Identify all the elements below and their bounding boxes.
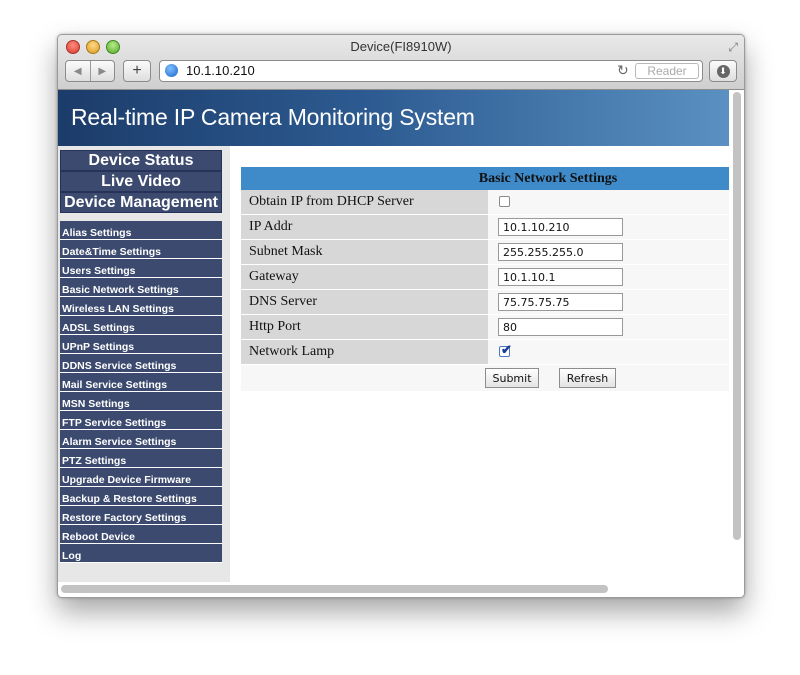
settings-panel: Basic Network Settings Obtain IP from DH… xyxy=(241,167,729,391)
sidebar-item-backup-restore[interactable]: Backup & Restore Settings xyxy=(60,487,222,506)
sidebar-item-users[interactable]: Users Settings xyxy=(60,259,222,278)
web-content: Real-time IP Camera Monitoring System De… xyxy=(58,90,744,597)
download-icon: ⬇ xyxy=(716,64,730,78)
button-row: Submit Refresh xyxy=(241,365,729,391)
sidebar-item-ptz[interactable]: PTZ Settings xyxy=(60,449,222,468)
lamp-label: Network Lamp xyxy=(241,340,488,364)
downloads-button[interactable]: ⬇ xyxy=(709,60,737,82)
gateway-label: Gateway xyxy=(241,265,488,289)
network-lamp-checkbox[interactable]: ✔ xyxy=(499,342,512,357)
ip-row: IP Addr xyxy=(241,215,729,240)
dhcp-row: Obtain IP from DHCP Server xyxy=(241,190,729,215)
sidebar-item-wireless-lan[interactable]: Wireless LAN Settings xyxy=(60,297,222,316)
http-port-input[interactable] xyxy=(498,318,623,336)
sidebar-item-upgrade-firmware[interactable]: Upgrade Device Firmware xyxy=(60,468,222,487)
page-title: Real-time IP Camera Monitoring System xyxy=(71,104,475,130)
subnet-row: Subnet Mask xyxy=(241,240,729,265)
menu-device-management[interactable]: Device Management xyxy=(60,192,222,213)
vertical-scrollbar[interactable] xyxy=(733,92,741,540)
dns-server-input[interactable] xyxy=(498,293,623,311)
dhcp-checkbox[interactable] xyxy=(499,196,510,207)
sidebar-item-msn[interactable]: MSN Settings xyxy=(60,392,222,411)
port-label: Http Port xyxy=(241,315,488,339)
sidebar-item-restore-factory[interactable]: Restore Factory Settings xyxy=(60,506,222,525)
subnet-mask-input[interactable] xyxy=(498,243,623,261)
dns-row: DNS Server xyxy=(241,290,729,315)
gateway-input[interactable] xyxy=(498,268,623,286)
dhcp-label: Obtain IP from DHCP Server xyxy=(241,190,488,214)
sidebar-item-basic-network[interactable]: Basic Network Settings xyxy=(60,278,222,297)
horizontal-scrollbar[interactable] xyxy=(61,585,608,593)
back-icon[interactable]: ◀ xyxy=(66,61,91,81)
sidebar: Device Status Live Video Device Manageme… xyxy=(58,146,230,582)
sidebar-item-reboot[interactable]: Reboot Device xyxy=(60,525,222,544)
sidebar-item-alias[interactable]: Alias Settings xyxy=(60,221,222,240)
browser-window: Device(FI8910W) ⤢ ◀ ▶ + 10.1.10.210 ↻ Re… xyxy=(57,34,745,598)
forward-icon[interactable]: ▶ xyxy=(91,61,115,81)
ip-address-input[interactable] xyxy=(498,218,623,236)
panel-title: Basic Network Settings xyxy=(241,167,729,190)
sidebar-item-log[interactable]: Log xyxy=(60,544,222,563)
port-row: Http Port xyxy=(241,315,729,340)
window-title: Device(FI8910W) xyxy=(350,39,452,54)
address-bar[interactable]: 10.1.10.210 ↻ Reader xyxy=(159,60,703,82)
settings-menu: Alias Settings Date&Time Settings Users … xyxy=(60,221,222,563)
submit-button[interactable]: Submit xyxy=(485,368,539,388)
subnet-label: Subnet Mask xyxy=(241,240,488,264)
sidebar-item-datetime[interactable]: Date&Time Settings xyxy=(60,240,222,259)
gateway-row: Gateway xyxy=(241,265,729,290)
url-text[interactable]: 10.1.10.210 xyxy=(186,63,255,78)
sidebar-item-mail[interactable]: Mail Service Settings xyxy=(60,373,222,392)
sidebar-item-adsl[interactable]: ADSL Settings xyxy=(60,316,222,335)
globe-icon xyxy=(165,64,178,77)
reload-icon[interactable]: ↻ xyxy=(617,62,629,79)
plus-icon: + xyxy=(132,62,142,79)
panel-title-text: Basic Network Settings xyxy=(478,171,618,186)
history-nav: ◀ ▶ xyxy=(65,60,115,82)
ip-label: IP Addr xyxy=(241,215,488,239)
sidebar-item-alarm[interactable]: Alarm Service Settings xyxy=(60,430,222,449)
lamp-row: Network Lamp ✔ xyxy=(241,340,729,365)
fullscreen-icon[interactable]: ⤢ xyxy=(728,40,738,55)
add-bookmark-button[interactable]: + xyxy=(123,60,151,82)
checkmark-icon: ✔ xyxy=(501,342,512,357)
sidebar-item-ftp[interactable]: FTP Service Settings xyxy=(60,411,222,430)
refresh-button[interactable]: Refresh xyxy=(559,368,616,388)
title-bar: Device(FI8910W) ⤢ ◀ ▶ + 10.1.10.210 ↻ Re… xyxy=(58,35,744,90)
sidebar-item-ddns[interactable]: DDNS Service Settings xyxy=(60,354,222,373)
banner: Real-time IP Camera Monitoring System xyxy=(58,90,729,146)
sidebar-item-upnp[interactable]: UPnP Settings xyxy=(60,335,222,354)
reader-button[interactable]: Reader xyxy=(635,63,699,79)
dns-label: DNS Server xyxy=(241,290,488,314)
menu-device-status[interactable]: Device Status xyxy=(60,150,222,171)
menu-live-video[interactable]: Live Video xyxy=(60,171,222,192)
